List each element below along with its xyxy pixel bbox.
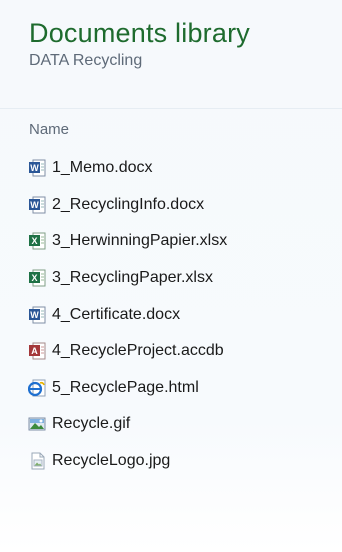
gif-image-icon xyxy=(28,415,46,433)
word-doc-icon: W xyxy=(28,196,46,214)
file-list: W 1_Memo.docx W 2_RecyclingInfo.docx X 3… xyxy=(28,150,328,479)
excel-sheet-icon: X xyxy=(28,232,46,250)
file-item[interactable]: W 4_Certificate.docx xyxy=(28,296,328,333)
svg-text:W: W xyxy=(30,310,39,320)
word-doc-icon: W xyxy=(28,306,46,324)
file-name: 2_RecyclingInfo.docx xyxy=(52,195,205,213)
svg-text:X: X xyxy=(31,236,37,246)
file-name: 4_RecycleProject.accdb xyxy=(52,342,224,360)
file-name: 1_Memo.docx xyxy=(52,159,153,177)
word-doc-icon: W xyxy=(28,159,46,177)
documents-library-panel: Documents library DATA Recycling Name W … xyxy=(0,0,342,552)
file-name: Recycle.gif xyxy=(52,415,131,433)
svg-text:W: W xyxy=(30,200,39,210)
library-subtitle[interactable]: DATA Recycling xyxy=(29,52,250,70)
file-name: 3_HerwinningPapier.xlsx xyxy=(52,232,228,250)
column-header-name[interactable]: Name xyxy=(29,121,69,138)
svg-text:X: X xyxy=(31,273,37,283)
library-header: Documents library DATA Recycling xyxy=(29,18,250,70)
file-item[interactable]: X 3_HerwinningPapier.xlsx xyxy=(28,223,328,260)
file-item[interactable]: X 3_RecyclingPaper.xlsx xyxy=(28,260,328,297)
file-item[interactable]: W 1_Memo.docx xyxy=(28,150,328,187)
svg-text:W: W xyxy=(30,163,39,173)
library-title: Documents library xyxy=(29,18,250,48)
svg-text:A: A xyxy=(31,346,38,356)
jpg-image-icon xyxy=(28,452,46,470)
file-name: 5_RecyclePage.html xyxy=(52,378,199,396)
file-name: RecycleLogo.jpg xyxy=(52,452,171,470)
file-name: 3_RecyclingPaper.xlsx xyxy=(52,269,213,287)
file-item[interactable]: 5_RecyclePage.html xyxy=(28,370,328,407)
file-item[interactable]: W 2_RecyclingInfo.docx xyxy=(28,187,328,224)
header-divider xyxy=(0,108,342,109)
html-page-icon xyxy=(28,379,46,397)
file-name: 4_Certificate.docx xyxy=(52,305,181,323)
file-item[interactable]: A 4_RecycleProject.accdb xyxy=(28,333,328,370)
excel-sheet-icon: X xyxy=(28,269,46,287)
file-item[interactable]: RecycleLogo.jpg xyxy=(28,443,328,480)
file-item[interactable]: Recycle.gif xyxy=(28,406,328,443)
access-db-icon: A xyxy=(28,342,46,360)
